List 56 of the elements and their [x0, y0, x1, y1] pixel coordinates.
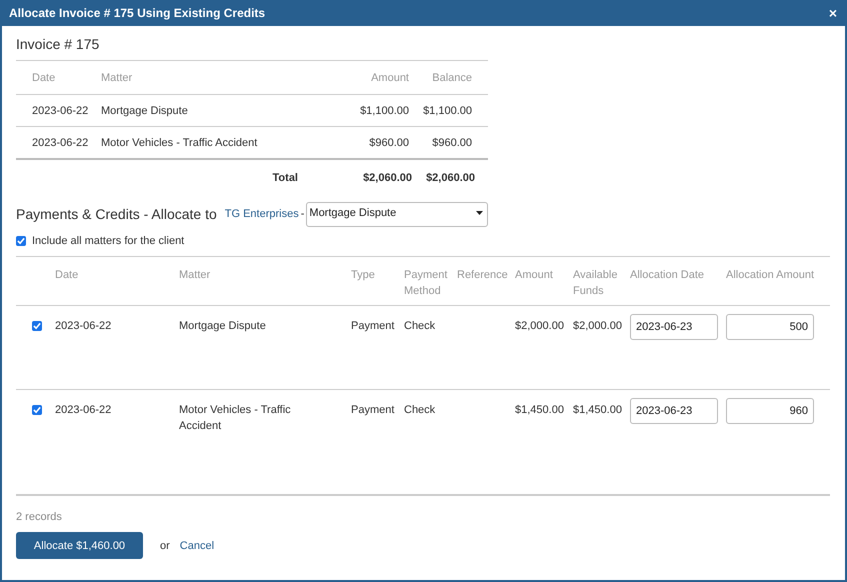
table-cell-text: 2023-06-22	[55, 403, 112, 418]
table-cell-text: $2,000.00	[573, 319, 623, 334]
or-text: or	[160, 540, 170, 552]
table-cell-text: $1,450.00	[573, 403, 623, 418]
column-header: Available Funds	[573, 268, 618, 299]
column-header: Matter	[101, 72, 134, 84]
invoice-heading: Invoice # 175	[16, 36, 100, 52]
table-cell-text: Motor Vehicles - Traffic Accident	[179, 403, 292, 434]
table-cell-text: $1,450.00	[515, 403, 565, 418]
client-link[interactable]: TG Enterprises	[224, 208, 299, 220]
column-header: Amount	[515, 268, 554, 283]
table-cell-text: Mortgage Dispute	[101, 104, 189, 116]
table-cell-text: Check	[404, 403, 436, 418]
table-cell-text: 2023-06-22	[32, 104, 90, 116]
window-title: Allocate Invoice # 175 Using Existing Credits	[9, 6, 266, 20]
table-cell-text: $960.00	[431, 136, 472, 148]
close-button[interactable]: ×	[826, 6, 839, 20]
table-cell-text: Mortgage Dispute	[179, 319, 267, 334]
total-amount: $2,060.00	[362, 172, 412, 184]
column-header: Payment Method	[404, 268, 448, 299]
column-header: Date	[32, 72, 56, 84]
section-heading: Payments & Credits - Allocate to	[16, 206, 217, 222]
allocation-amount-field[interactable]: 960	[726, 398, 814, 424]
total-balance: $2,060.00	[425, 172, 475, 184]
column-header: Allocation Amount	[726, 268, 816, 283]
column-header: Date	[55, 268, 80, 283]
column-header: Allocation Date	[630, 268, 705, 283]
table-cell-text: $1,100.00	[359, 104, 409, 116]
table-cell-text: $1,100.00	[422, 104, 472, 116]
allocation-date-field[interactable]: 2023-06-23	[630, 398, 718, 424]
matter-select[interactable]: Mortgage Dispute	[306, 202, 488, 226]
table-cell-text: 2023-06-22	[55, 319, 112, 334]
allocation-date-field[interactable]: 2023-06-23	[630, 314, 718, 340]
record-count: 2 records	[16, 511, 63, 523]
include-all-checkbox[interactable]	[16, 236, 26, 246]
allocation-amount-field[interactable]: 500	[726, 314, 814, 340]
column-header: Type	[351, 268, 376, 283]
caret-icon	[476, 211, 484, 215]
column-header: Balance	[431, 72, 472, 84]
total-label: Total	[272, 172, 299, 184]
table-cell-text: $960.00	[368, 136, 409, 148]
column-header: Matter	[179, 268, 212, 283]
table-cell-text: Payment	[351, 319, 396, 334]
column-header: Amount	[370, 72, 409, 84]
row-checkbox[interactable]	[32, 321, 42, 331]
separator-text: -	[300, 208, 304, 220]
cancel-link[interactable]: Cancel	[180, 540, 214, 552]
row-checkbox[interactable]	[32, 405, 42, 415]
table-cell-text: Motor Vehicles - Traffic Accident	[101, 136, 258, 148]
table-cell-text: 2023-06-22	[32, 136, 90, 148]
include-all-label: Include all matters for the client	[32, 235, 184, 247]
allocate-button[interactable]: Allocate $1,460.00	[16, 532, 143, 559]
table-cell-text: Check	[404, 319, 436, 334]
column-header: Reference	[457, 268, 509, 283]
table-cell-text: $2,000.00	[515, 319, 565, 334]
table-cell-text: Payment	[351, 403, 396, 418]
